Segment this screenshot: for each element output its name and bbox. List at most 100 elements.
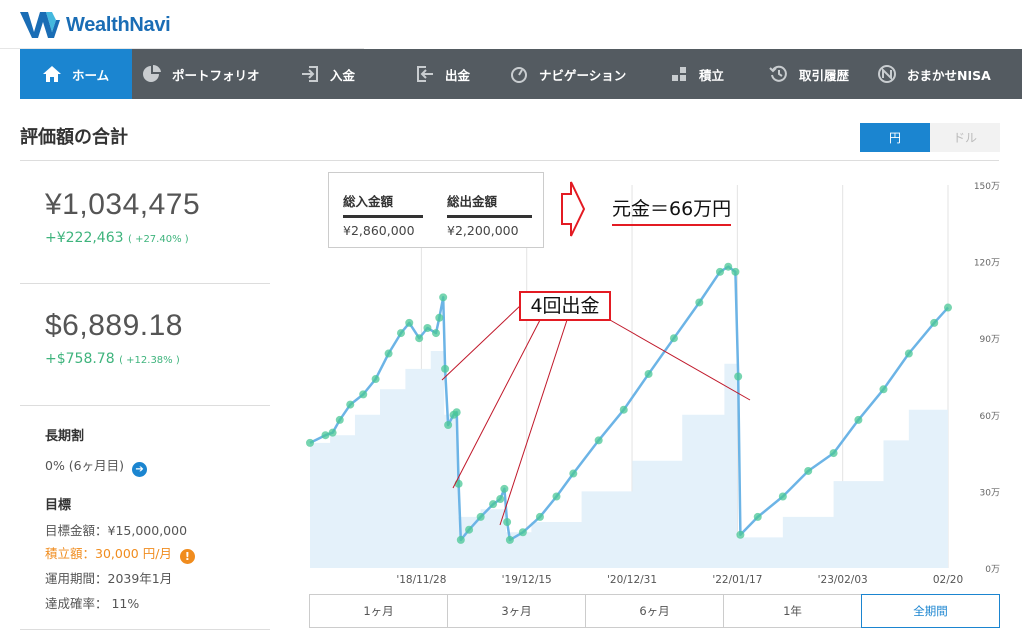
principal-area (310, 317, 948, 568)
valuation-point (944, 303, 952, 312)
page-title: 評価額の合計 (20, 127, 128, 148)
usd-summary: $6,889.18 +$758.78 ( +12.38% ) (45, 309, 183, 367)
y-tick-label: 30万 (980, 488, 1000, 498)
divider (20, 405, 270, 406)
valuation-point (346, 400, 355, 409)
valuation-point (804, 466, 813, 475)
long-term-text: 0% (6ヶ月目) (45, 458, 125, 473)
x-tick-label: 02/20 (933, 574, 963, 586)
wealthnavi-logo[interactable]: WealthNavi (20, 10, 171, 40)
legend-deposit: 総入金額 ¥2,860,000 (343, 191, 423, 238)
valuation-point (669, 334, 678, 343)
x-tick-label: '20/12/31 (607, 574, 657, 586)
tab-1-year[interactable]: 1年 (723, 594, 861, 628)
divider (20, 629, 270, 630)
valuation-point (489, 500, 498, 509)
valuation-point (505, 535, 514, 544)
y-tick-label: 150万 (974, 182, 1000, 192)
valuation-point (500, 484, 509, 493)
long-term-value: 0% (6ヶ月目) ➔ (45, 455, 148, 477)
goal-target: 目標金額：¥15,000,000 (45, 523, 188, 538)
annotation-withdrawals: 4回出金 (519, 291, 611, 321)
nav-label: ポートフォリオ (172, 67, 260, 83)
x-tick-label: '22/01/17 (712, 574, 762, 586)
legend-withdraw-label: 総出金額 (447, 191, 532, 218)
nav-withdraw[interactable]: 出金 (405, 49, 497, 99)
valuation-point (423, 323, 432, 332)
warning-icon[interactable]: ! (179, 549, 195, 564)
valuation-point (476, 512, 485, 521)
nav-savings[interactable]: 積立 (657, 49, 757, 99)
nav-label: 入金 (330, 67, 356, 83)
nav-nisa[interactable]: おまかせNISA (865, 49, 1022, 99)
usd-gain-pct: ( +12.38% ) (119, 355, 180, 366)
valuation-point (930, 318, 939, 327)
nav-deposit[interactable]: 入金 (290, 49, 405, 99)
goal-heading: 目標 (45, 498, 72, 513)
valuation-point (503, 518, 512, 527)
home-icon (42, 64, 62, 84)
nav-label: ホーム (72, 67, 110, 83)
nav-history[interactable]: 取引履歴 (757, 49, 865, 99)
gauge-icon (509, 64, 529, 84)
valuation-point (465, 525, 474, 534)
period-tabs: 1ヶ月 3ヶ月 6ヶ月 1年 全期間 (309, 594, 1000, 628)
nav-portfolio[interactable]: ポートフォリオ (132, 49, 290, 99)
x-tick-label: '23/02/03 (818, 574, 868, 586)
valuation-point (454, 479, 463, 488)
goal-probability: 達成確率： 11% (45, 596, 140, 611)
valuation-point (695, 298, 704, 307)
valuation-point (452, 408, 461, 417)
logo-bar: WealthNavi (0, 0, 364, 49)
valuation-point (736, 530, 745, 539)
arrow-right-icon[interactable]: ➔ (132, 462, 148, 477)
currency-yen-button[interactable]: 円 (860, 123, 930, 152)
nav-navigation[interactable]: ナビゲーション (497, 49, 657, 99)
valuation-point (518, 528, 527, 537)
tab-3-months[interactable]: 3ヶ月 (447, 594, 585, 628)
valuation-point (594, 436, 603, 445)
goal-monthly-text: 積立額：30,000 円/月 (45, 546, 172, 561)
nav-label: 出金 (445, 67, 471, 83)
tab-6-months[interactable]: 6ヶ月 (585, 594, 723, 628)
valuation-point (371, 375, 380, 384)
valuation-point (753, 512, 762, 521)
valuation-point (734, 372, 743, 381)
divider (20, 283, 270, 284)
valuation-point (724, 262, 733, 271)
withdraw-icon (415, 64, 435, 84)
jpy-gain-value: +¥222,463 (45, 230, 124, 246)
legend-deposit-label: 総入金額 (343, 191, 423, 218)
valuation-point (441, 364, 450, 373)
legend-withdraw: 総出金額 ¥2,200,000 (447, 191, 532, 238)
legend-box: 総入金額 ¥2,860,000 総出金額 ¥2,200,000 (328, 172, 544, 248)
divider (20, 160, 999, 161)
y-tick-label: 120万 (974, 259, 1000, 269)
valuation-point (619, 405, 628, 414)
tab-1-month[interactable]: 1ヶ月 (309, 594, 447, 628)
currency-toggle: 円 ドル (860, 123, 1000, 152)
nav-home[interactable]: ホーム (20, 49, 132, 99)
nisa-icon (877, 64, 897, 84)
main-nav: ホーム ポートフォリオ 入金 出金 ナビゲーション 積立 取引履歴 おまかせNI… (20, 49, 1022, 99)
valuation-point (405, 318, 414, 327)
valuation-point (444, 421, 453, 430)
valuation-point (435, 313, 444, 322)
nav-label: 取引履歴 (799, 67, 850, 83)
wealthnavi-logo-mark-icon (20, 12, 60, 38)
valuation-point (904, 349, 913, 358)
annotation-arrow-icon (561, 181, 585, 237)
valuation-point (439, 293, 448, 302)
valuation-point (569, 469, 578, 478)
tab-all-period[interactable]: 全期間 (861, 594, 1000, 628)
valuation-point (731, 267, 740, 276)
valuation-point (328, 428, 337, 437)
valuation-point (854, 415, 863, 424)
annotation-principal: 元金＝66万円 (612, 194, 732, 226)
currency-dollar-button[interactable]: ドル (930, 123, 1000, 152)
y-tick-label: 60万 (980, 412, 1000, 422)
x-tick-label: '19/12/15 (502, 574, 552, 586)
valuation-point (321, 431, 330, 440)
usd-amount: $6,889.18 (45, 309, 183, 342)
valuation-point (396, 329, 405, 338)
